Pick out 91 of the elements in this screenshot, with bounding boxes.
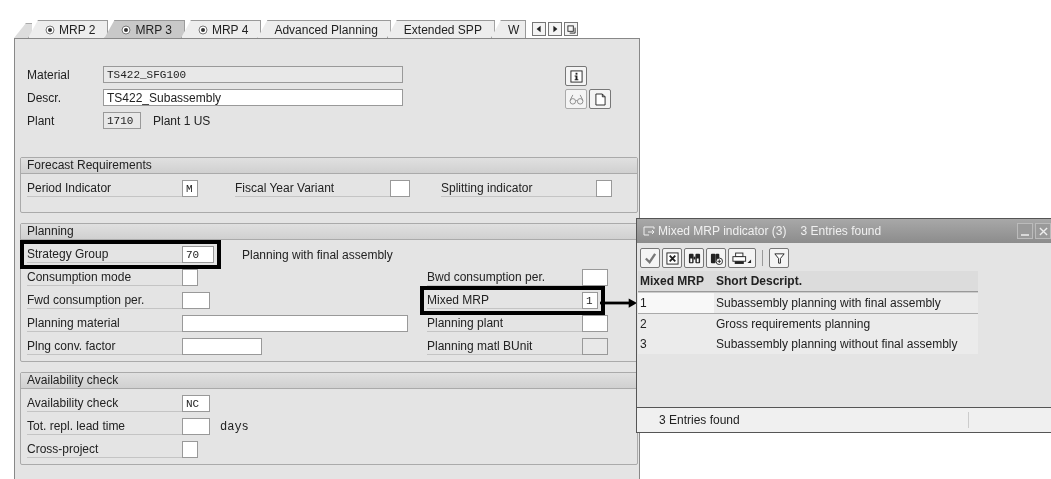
tab[interactable]: Extended SPP	[386, 20, 495, 38]
field-label: Splitting indicator	[441, 180, 596, 197]
radio-icon	[121, 24, 132, 35]
table-cell-text: Subassembly planning with final assembly	[715, 295, 941, 312]
unit-label: days	[220, 419, 249, 434]
field-label: Planning matl BUnit	[427, 338, 582, 355]
table-cell-text: Subassembly planning without final assembly	[715, 336, 958, 353]
tab[interactable]: MRP 2	[28, 20, 109, 38]
group-title: Planning	[21, 224, 637, 240]
field-label: Availability check	[27, 395, 182, 412]
printer-icon	[732, 251, 752, 265]
scroll-right-button[interactable]	[548, 22, 563, 36]
input-field[interactable]	[582, 269, 608, 286]
confirm-button[interactable]	[640, 248, 660, 268]
filter-button[interactable]	[769, 248, 789, 268]
info-button[interactable]	[565, 66, 587, 86]
document-button[interactable]	[589, 89, 611, 109]
input-field[interactable]	[182, 269, 198, 286]
find-next-button[interactable]	[706, 248, 726, 268]
input-field[interactable]: NC	[182, 395, 210, 412]
info-icon	[569, 69, 583, 83]
input-field[interactable]: 70	[182, 246, 214, 263]
field-label: Mixed MRP	[427, 292, 582, 309]
glasses-icon	[568, 93, 584, 105]
dialog-subtitle: 3 Entries found	[800, 224, 882, 238]
table-cell-text: 3	[639, 336, 648, 353]
field-label: Material	[27, 67, 71, 82]
binoculars-plus-icon	[709, 251, 723, 265]
field-label: Bwd consumption per.	[427, 269, 582, 286]
tab[interactable]: Advanced Planning	[257, 20, 391, 38]
field-label: Fiscal Year Variant	[235, 180, 390, 197]
input-field[interactable]	[182, 292, 210, 309]
status-text: 3 Entries found	[659, 413, 740, 427]
table-cell-text: Gross requirements planning	[715, 316, 871, 333]
tab[interactable]: MRP 3	[104, 20, 185, 38]
table-cell: 1	[638, 293, 714, 313]
column-header: Mixed MRP	[639, 273, 705, 290]
input-field[interactable]	[182, 338, 262, 355]
table-row[interactable]: 1 Subassembly planning with final assembly	[638, 292, 978, 314]
print-button[interactable]	[728, 248, 756, 268]
field-label: Fwd consumption per.	[27, 292, 182, 309]
cancel-button[interactable]	[662, 248, 682, 268]
left-arrow-icon	[535, 25, 544, 33]
field-label: Cross-project	[27, 441, 182, 458]
field-label: Consumption mode	[27, 269, 182, 286]
input-field[interactable]: 1	[582, 292, 598, 309]
glasses-button[interactable]	[565, 89, 587, 109]
tab[interactable]: W	[490, 20, 527, 38]
field-description: Planning with final assembly	[242, 247, 393, 262]
window-icon	[643, 226, 655, 236]
cancel-icon	[665, 251, 679, 265]
minimize-icon	[1021, 234, 1029, 236]
scroll-left-button[interactable]	[532, 22, 547, 36]
field-label: Plng conv. factor	[27, 338, 182, 355]
input-field[interactable]	[182, 315, 408, 332]
find-button[interactable]	[684, 248, 704, 268]
checkmark-icon	[643, 251, 657, 265]
field-label: Period Indicator	[27, 180, 182, 197]
field-label: Plant	[27, 113, 56, 128]
radio-icon	[45, 24, 55, 35]
binoculars-icon	[687, 251, 701, 265]
table-row[interactable]: 2 Gross requirements planning	[638, 314, 978, 334]
filter-icon	[772, 251, 786, 265]
close-icon	[1038, 226, 1048, 236]
radio-icon	[197, 24, 208, 35]
input-field[interactable]: M	[182, 180, 198, 197]
close-button[interactable]	[1035, 223, 1051, 239]
right-arrow-icon	[551, 25, 560, 33]
windows-icon	[566, 24, 576, 34]
field-label: Planning plant	[427, 315, 582, 332]
input-field[interactable]	[596, 180, 612, 197]
column-header: Short Descript.	[715, 273, 802, 290]
field-label: Tot. repl. lead time	[27, 418, 182, 435]
tab[interactable]: MRP 4	[180, 20, 262, 38]
field-label: Strategy Group	[27, 246, 182, 263]
field-label: Planning material	[27, 315, 182, 332]
document-icon	[594, 92, 606, 106]
table-row[interactable]: 3 Subassembly planning without final assembly	[638, 334, 978, 354]
input-field[interactable]	[182, 441, 198, 458]
field-description: Plant 1 US	[153, 113, 211, 128]
group-title: Availability check	[21, 373, 637, 389]
input-field[interactable]	[390, 180, 410, 197]
input-field[interactable]	[582, 315, 608, 332]
group-title: Forecast Requirements	[21, 158, 637, 174]
dialog-title: Mixed MRP indicator (3)	[658, 224, 787, 238]
field-label: Descr.	[27, 90, 62, 105]
table-cell-text: 2	[639, 316, 648, 333]
input-field[interactable]	[182, 418, 210, 435]
tab-list-button[interactable]	[564, 22, 579, 36]
minimize-button[interactable]	[1017, 223, 1033, 239]
input-field[interactable]: TS422_Subassembly	[103, 89, 403, 106]
